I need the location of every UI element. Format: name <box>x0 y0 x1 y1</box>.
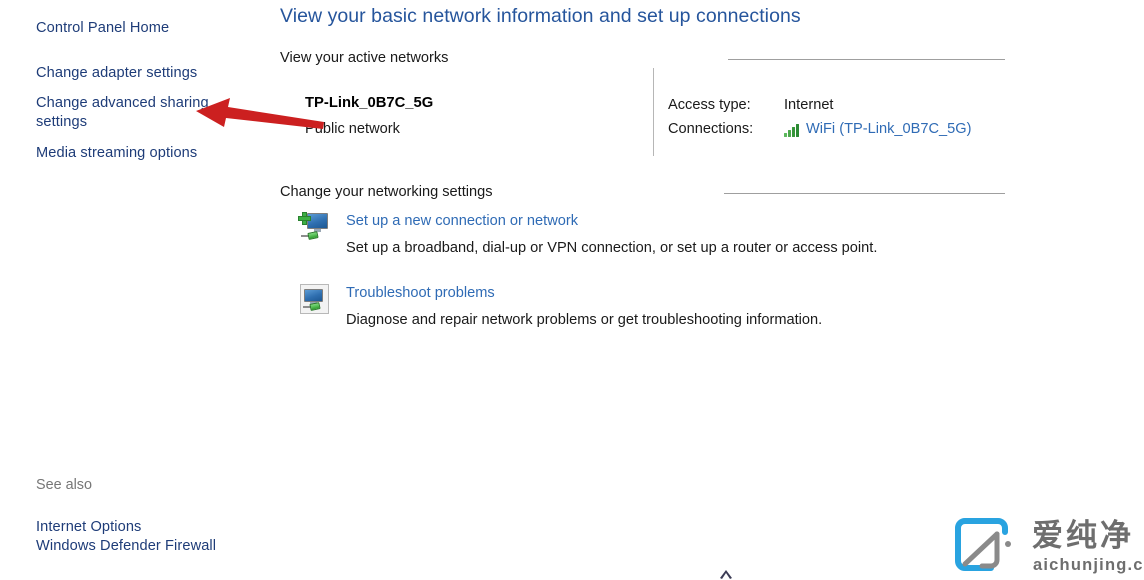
set-up-new-connection-link[interactable]: Set up a new connection or network <box>346 213 578 229</box>
troubleshoot-problems-description: Diagnose and repair network problems or … <box>346 312 823 328</box>
connections-value[interactable]: WiFi (TP-Link_0B7C_5G) <box>806 121 971 137</box>
sidebar: Control Panel Home Change adapter settin… <box>0 0 272 580</box>
sidebar-item-control-panel-home[interactable]: Control Panel Home <box>36 19 169 38</box>
active-networks-heading: View your active networks <box>280 50 449 66</box>
main-content: View your basic network information and … <box>272 0 1144 580</box>
change-settings-divider <box>724 193 1005 194</box>
bottom-scroll-caret-icon <box>720 570 732 579</box>
aichunjing-logo-icon <box>955 518 1011 571</box>
network-details-separator <box>653 68 654 156</box>
watermark: 爱纯净 aichunjing.com <box>950 518 1144 580</box>
control-panel-network-page: Control Panel Home Change adapter settin… <box>0 0 1144 580</box>
watermark-chinese-text: 爱纯净 <box>1032 518 1134 553</box>
sidebar-item-media-streaming-options[interactable]: Media streaming options <box>36 144 197 163</box>
connections-link[interactable]: WiFi (TP-Link_0B7C_5G) <box>784 121 971 137</box>
connections-label: Connections: <box>668 121 754 137</box>
new-connection-icon <box>298 212 332 244</box>
see-also-heading: See also <box>36 477 93 493</box>
watermark-site-url: aichunjing.com <box>1033 556 1144 574</box>
sidebar-item-change-advanced-sharing-settings[interactable]: Change advanced sharing settings <box>36 94 221 132</box>
sidebar-item-change-adapter-settings[interactable]: Change adapter settings <box>36 64 197 83</box>
active-network-name: TP-Link_0B7C_5G <box>305 95 434 111</box>
page-title: View your basic network information and … <box>280 5 801 27</box>
active-network-type: Public network <box>305 121 400 137</box>
active-networks-divider <box>728 59 1005 60</box>
sidebar-item-internet-options[interactable]: Internet Options <box>36 518 141 537</box>
troubleshoot-problems-link[interactable]: Troubleshoot problems <box>346 285 495 301</box>
access-type-value: Internet <box>784 97 834 113</box>
access-type-label: Access type: <box>668 97 751 113</box>
sidebar-item-windows-defender-firewall[interactable]: Windows Defender Firewall <box>36 537 216 556</box>
set-up-new-connection-description: Set up a broadband, dial-up or VPN conne… <box>346 240 878 256</box>
wifi-signal-icon <box>784 123 801 137</box>
change-settings-heading: Change your networking settings <box>280 184 493 200</box>
troubleshoot-icon <box>298 284 332 316</box>
